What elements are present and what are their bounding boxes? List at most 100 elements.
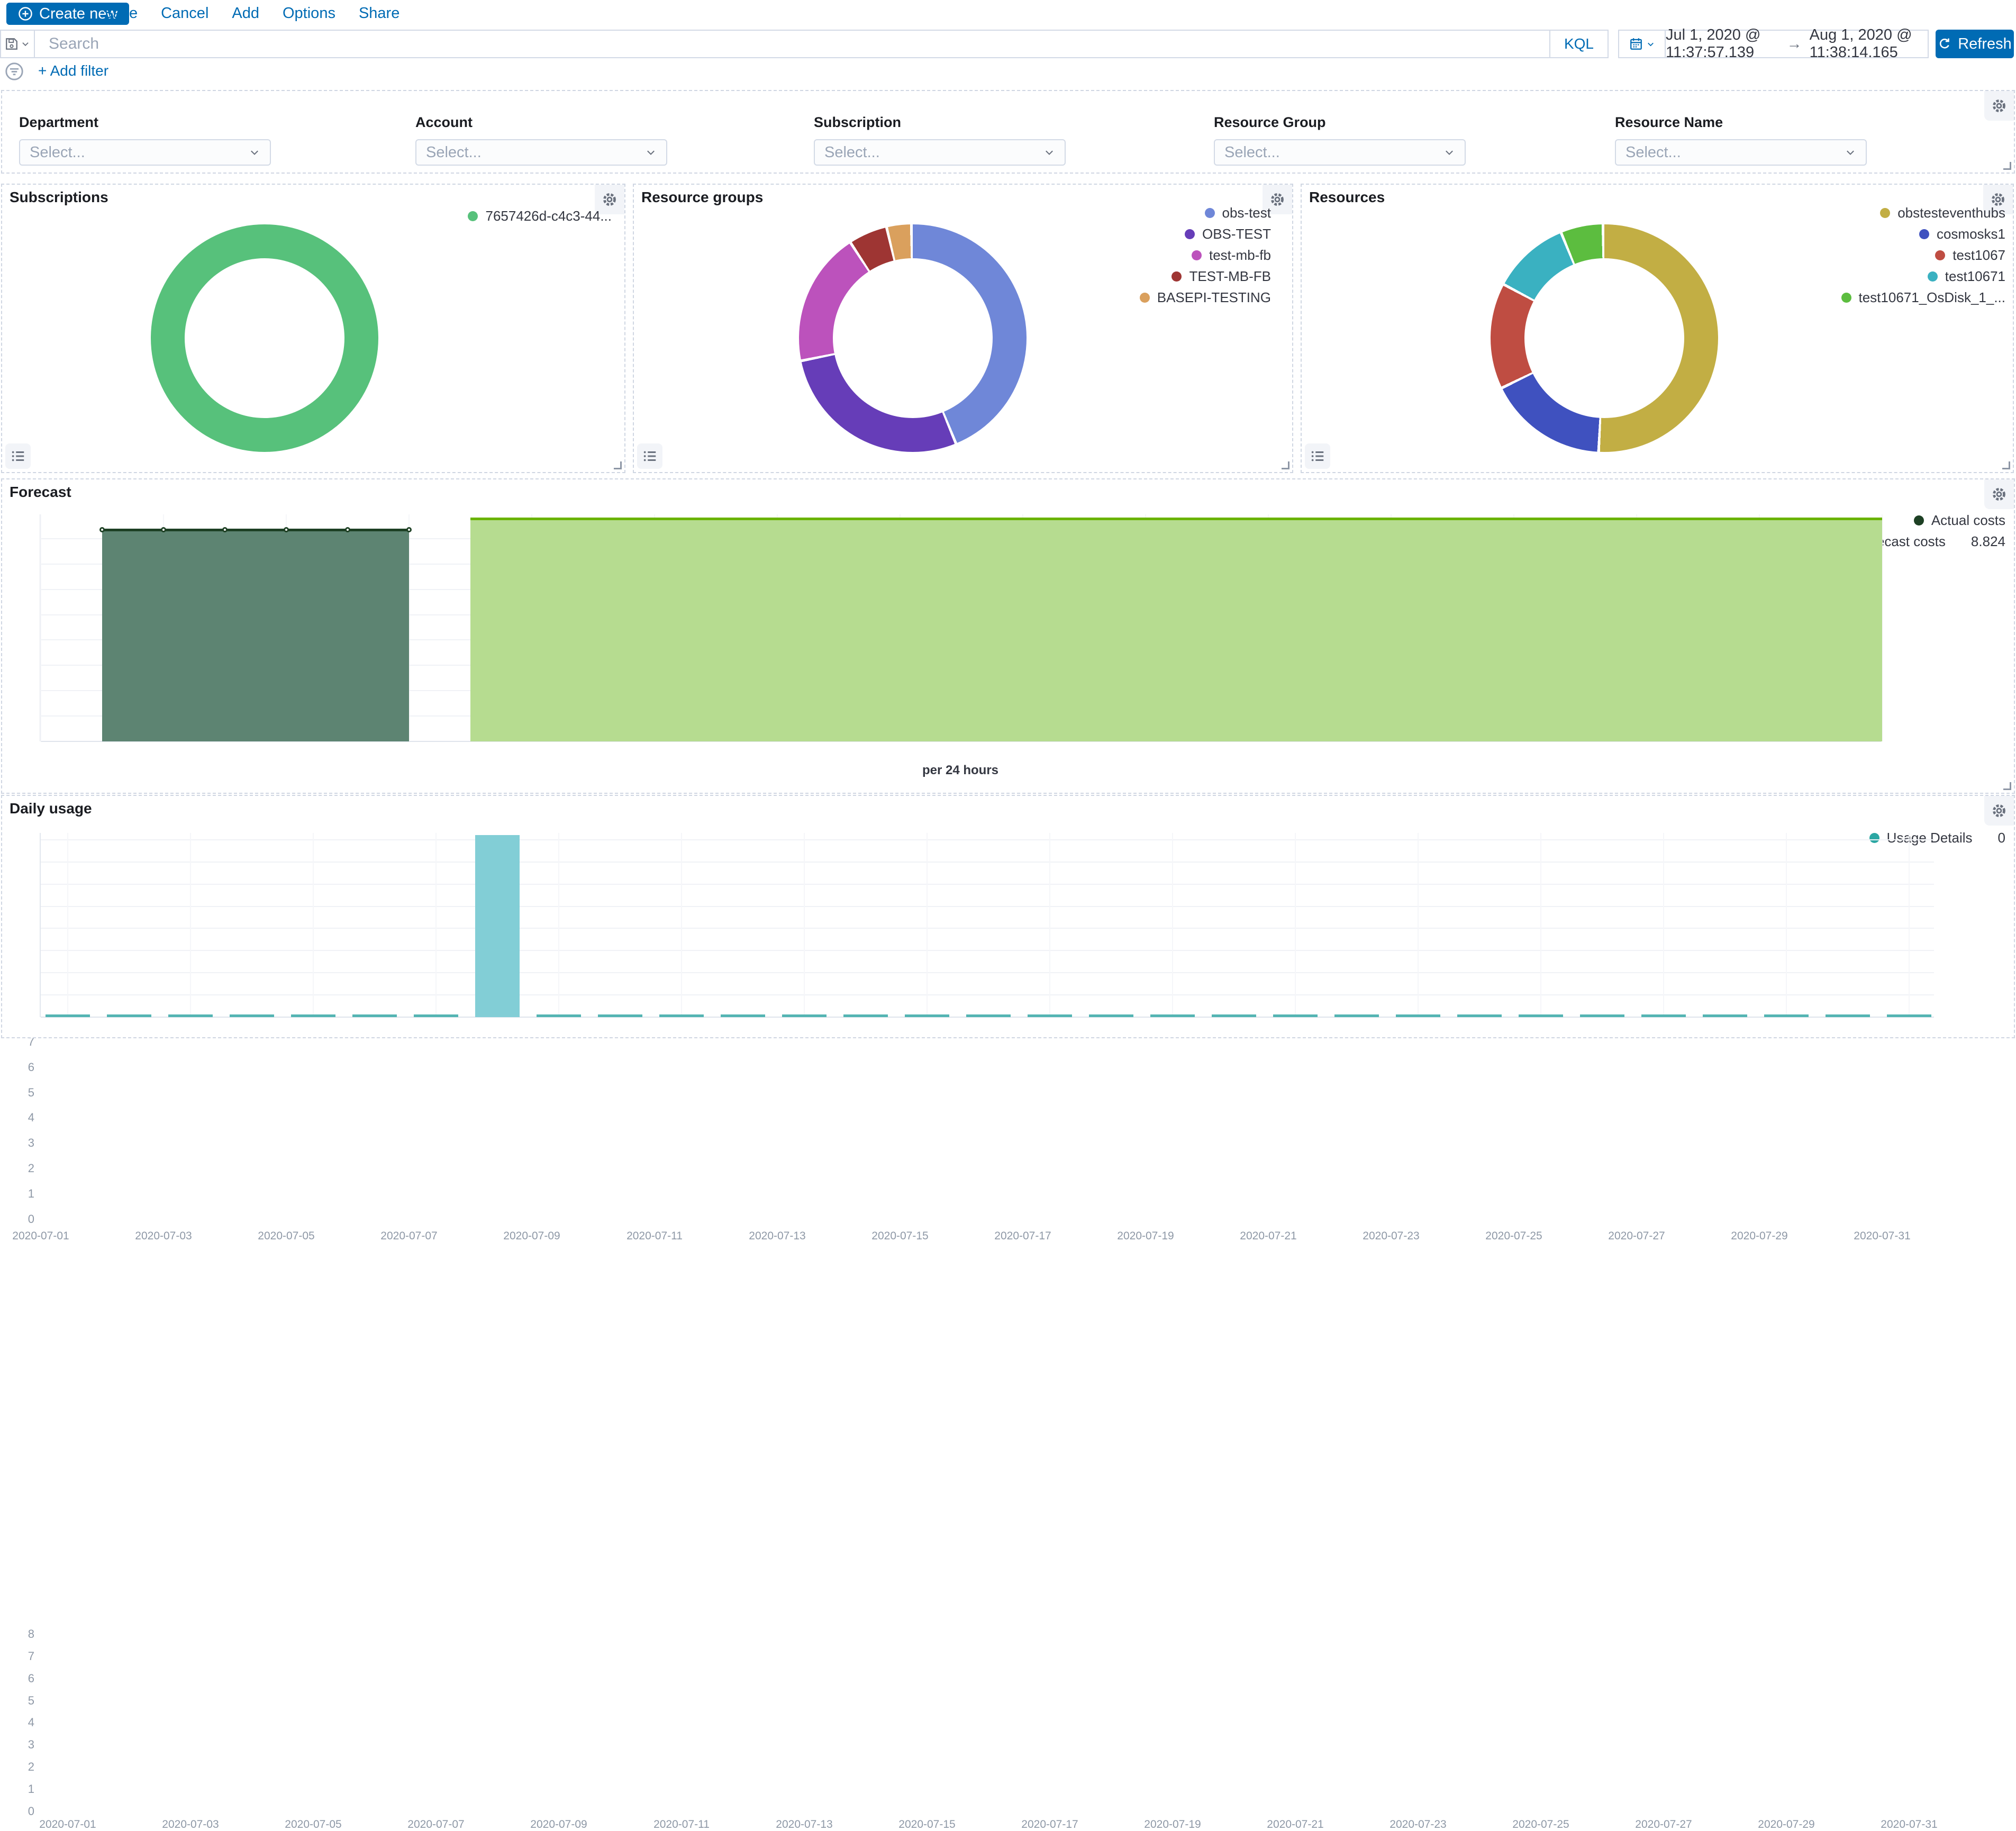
legend-item[interactable]: test-mb-fb — [1192, 247, 1271, 264]
subscription-select[interactable]: Select... — [814, 139, 1066, 166]
bar[interactable] — [598, 1014, 642, 1017]
chevron-down-icon — [1043, 147, 1055, 158]
panel-resize-handle[interactable] — [2003, 782, 2011, 790]
panel-resize-handle[interactable] — [614, 461, 622, 469]
date-range-display[interactable]: Jul 1, 2020 @ 11:37:57.139 → Aug 1, 2020… — [1666, 31, 1928, 57]
legend-item[interactable]: TEST-MB-FB — [1172, 268, 1271, 285]
legend-item[interactable]: obstesteventhubs — [1880, 205, 2005, 221]
bar[interactable] — [1887, 1014, 1931, 1017]
panel-options-button[interactable] — [1984, 91, 2014, 121]
panel-resize-handle[interactable] — [2003, 162, 2011, 170]
date-from[interactable]: Jul 1, 2020 @ 11:37:57.139 — [1666, 26, 1779, 61]
gear-icon — [1991, 803, 2007, 819]
bar[interactable] — [1089, 1014, 1133, 1017]
panel-options-button[interactable] — [1984, 479, 2014, 509]
x-axis-label: 2020-07-21 — [1267, 1818, 1323, 1831]
legend-item[interactable]: test10671_OsDisk_1_... — [1841, 289, 2006, 306]
bar[interactable] — [475, 835, 520, 1017]
panel-resize-handle[interactable] — [2002, 461, 2010, 469]
legend-item[interactable]: Actual costs — [1914, 512, 2005, 529]
query-language-button[interactable]: KQL — [1549, 31, 1608, 57]
bar[interactable] — [1334, 1014, 1379, 1017]
resource-group-select[interactable]: Select... — [1214, 139, 1466, 166]
legend-item[interactable]: test1067 — [1935, 247, 2005, 264]
bar[interactable] — [46, 1014, 90, 1017]
x-axis-label: 2020-07-15 — [871, 1230, 928, 1243]
menu-share[interactable]: Share — [359, 5, 399, 22]
menu-cancel[interactable]: Cancel — [161, 5, 208, 22]
bar[interactable] — [1212, 1014, 1256, 1017]
search-input[interactable] — [35, 31, 1549, 57]
bar[interactable] — [1396, 1014, 1440, 1017]
bar[interactable] — [291, 1014, 335, 1017]
bar[interactable] — [414, 1014, 458, 1017]
account-select[interactable]: Select... — [415, 139, 667, 166]
area-series — [102, 529, 409, 741]
bar[interactable] — [1826, 1014, 1870, 1017]
legend-item[interactable]: test10671 — [1928, 268, 2005, 285]
resource-groups-panel: Resource groups obs-testOBS-TESTtest-mb-… — [633, 184, 1293, 473]
date-quick-select-button[interactable] — [1619, 31, 1666, 57]
y-axis-label: 6 — [13, 1060, 34, 1074]
bar[interactable] — [352, 1014, 397, 1017]
control-label: Department — [19, 114, 271, 131]
bar[interactable] — [843, 1014, 888, 1017]
area-series — [470, 518, 1882, 741]
legend-toggle-button[interactable] — [637, 443, 662, 469]
legend-swatch-icon — [1841, 293, 1851, 303]
legend-value: 8.824 — [1971, 533, 2005, 550]
legend-item[interactable]: 7657426d-c4c3-44... — [468, 208, 612, 224]
menu-add[interactable]: Add — [232, 5, 259, 22]
bar[interactable] — [659, 1014, 704, 1017]
y-axis-label: 1 — [13, 1187, 34, 1201]
legend-item[interactable]: BASEPI-TESTING — [1140, 289, 1271, 306]
panel-options-button[interactable] — [1984, 796, 2014, 826]
bar[interactable] — [966, 1014, 1011, 1017]
bar[interactable] — [1519, 1014, 1563, 1017]
filter-options-button[interactable] — [4, 61, 24, 84]
menu-save[interactable]: Save — [103, 5, 138, 22]
bar[interactable] — [782, 1014, 827, 1017]
subscriptions-panel: Subscriptions 7657426d-c4c3-44... — [1, 184, 625, 473]
bar[interactable] — [905, 1014, 949, 1017]
menu-options[interactable]: Options — [283, 5, 335, 22]
date-to[interactable]: Aug 1, 2020 @ 11:38:14.165 — [1810, 26, 1928, 61]
filter-circle-icon — [4, 61, 24, 81]
department-select[interactable]: Select... — [19, 139, 271, 166]
legend-label: test-mb-fb — [1209, 247, 1271, 264]
bar[interactable] — [168, 1014, 213, 1017]
resources-donut-chart[interactable] — [1491, 224, 1718, 452]
legend-toggle-button[interactable] — [5, 443, 31, 469]
legend-item[interactable]: OBS-TEST — [1185, 226, 1271, 242]
legend-toggle-button[interactable] — [1305, 443, 1330, 469]
legend-item[interactable]: obs-test — [1205, 205, 1272, 221]
bar[interactable] — [1580, 1014, 1624, 1017]
subscriptions-donut-chart[interactable] — [151, 224, 378, 452]
saved-query-menu-button[interactable] — [0, 30, 35, 58]
bar[interactable] — [1028, 1014, 1072, 1017]
refresh-button[interactable]: Refresh — [1936, 30, 2014, 58]
resource-groups-donut-chart[interactable] — [799, 224, 1027, 452]
gridline — [67, 833, 68, 1017]
resource-name-select[interactable]: Select... — [1615, 139, 1867, 166]
bar[interactable] — [1641, 1014, 1686, 1017]
legend-item[interactable]: cosmosks1 — [1919, 226, 2005, 242]
panel-resize-handle[interactable] — [1282, 461, 1289, 469]
bar[interactable] — [1764, 1014, 1809, 1017]
bar[interactable] — [721, 1014, 765, 1017]
bar[interactable] — [1273, 1014, 1318, 1017]
bar[interactable] — [537, 1014, 581, 1017]
bar[interactable] — [107, 1014, 151, 1017]
daily-usage-plot-area[interactable] — [40, 833, 1934, 1017]
add-filter-link[interactable]: + Add filter — [38, 62, 108, 79]
gridline — [41, 906, 1934, 907]
gridline — [681, 833, 682, 1017]
bar[interactable] — [230, 1014, 274, 1017]
bar[interactable] — [1703, 1014, 1747, 1017]
bar[interactable] — [1150, 1014, 1195, 1017]
forecast-plot-area[interactable] — [40, 514, 1881, 741]
legend-swatch-icon — [1928, 271, 1938, 282]
bar[interactable] — [1457, 1014, 1502, 1017]
data-point — [406, 527, 412, 532]
chevron-down-icon — [1646, 40, 1655, 49]
